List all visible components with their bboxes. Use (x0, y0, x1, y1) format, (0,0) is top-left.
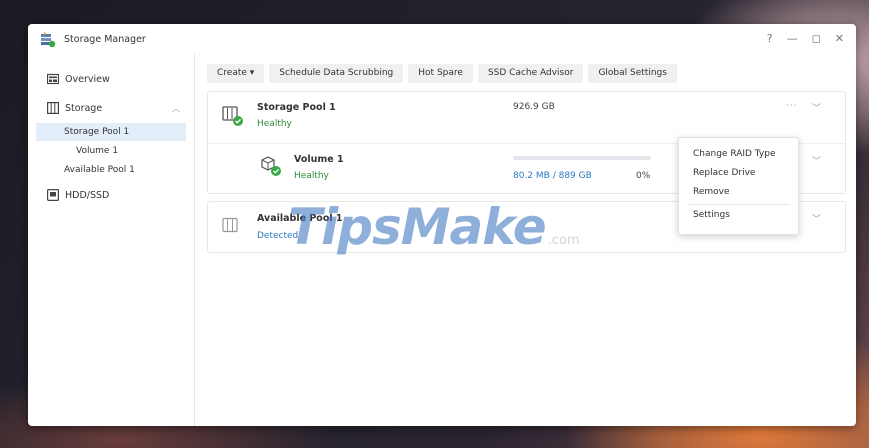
volume-name: Volume 1 (294, 154, 344, 165)
storage-manager-window: Storage Manager ? — ◻ ✕ Overview Storage… (28, 24, 856, 426)
available-pool-name: Available Pool 1 (257, 213, 343, 224)
sidebar-item-label: Overview (65, 73, 110, 85)
sidebar-item-storage[interactable]: Storage ︿ (28, 98, 194, 118)
menu-divider (687, 204, 790, 205)
minimize-button[interactable]: — (787, 32, 798, 46)
global-settings-button[interactable]: Global Settings (588, 64, 677, 83)
sidebar-item-storage-pool-1[interactable]: Storage Pool 1 (36, 123, 186, 141)
storage-pool-name: Storage Pool 1 (257, 102, 336, 113)
ssd-cache-advisor-button[interactable]: SSD Cache Advisor (477, 64, 584, 83)
menu-item-settings[interactable]: Settings (693, 210, 730, 220)
sidebar-item-volume-1[interactable]: Volume 1 (36, 142, 186, 160)
chevron-down-icon[interactable]: ﹀ (812, 212, 821, 225)
volume-icon (260, 155, 281, 176)
volume-status: Healthy (294, 171, 329, 181)
create-button[interactable]: Create ▾ (207, 64, 265, 83)
hot-spare-button[interactable]: Hot Spare (408, 64, 473, 83)
chevron-down-icon[interactable]: ﹀ (812, 101, 821, 114)
menu-item-remove[interactable]: Remove (693, 187, 730, 197)
available-pool-icon (222, 217, 240, 235)
context-menu: Change RAID Type Replace Drive Remove Se… (678, 137, 799, 235)
sidebar-item-label: Storage (65, 102, 103, 114)
volume-usage-text: 80.2 MB / 889 GB (513, 171, 592, 181)
storage-pool-icon (222, 105, 243, 126)
storage-manager-app-icon (40, 32, 56, 48)
toolbar: Create ▾ Schedule Data Scrubbing Hot Spa… (207, 64, 677, 83)
title-bar: Storage Manager ? — ◻ ✕ (28, 24, 856, 54)
menu-item-replace-drive[interactable]: Replace Drive (693, 168, 755, 178)
chevron-up-icon[interactable]: ︿ (172, 103, 180, 114)
menu-item-change-raid-type[interactable]: Change RAID Type (693, 149, 775, 159)
available-pool-status: Detected (257, 231, 299, 241)
sidebar-item-hdd-ssd[interactable]: HDD/SSD (28, 185, 194, 205)
main-panel: Create ▾ Schedule Data Scrubbing Hot Spa… (195, 54, 856, 426)
storage-pool-capacity: 926.9 GB (513, 102, 555, 112)
sidebar-item-overview[interactable]: Overview (28, 69, 194, 89)
volume-chevron-down-icon[interactable]: ﹀ (812, 154, 821, 167)
sidebar: Overview Storage ︿ Storage Pool 1 Volume… (28, 54, 195, 426)
overview-icon (46, 73, 60, 85)
sidebar-item-label: HDD/SSD (65, 189, 110, 201)
hdd-icon (47, 189, 60, 202)
storage-icon (47, 102, 60, 115)
maximize-button[interactable]: ◻ (812, 32, 821, 46)
volume-usage-bar (513, 156, 651, 160)
window-title: Storage Manager (64, 34, 146, 45)
help-button[interactable]: ? (767, 32, 773, 46)
sidebar-item-available-pool-1[interactable]: Available Pool 1 (36, 161, 186, 179)
close-button[interactable]: ✕ (835, 32, 844, 46)
schedule-data-scrubbing-button[interactable]: Schedule Data Scrubbing (269, 64, 404, 83)
storage-pool-status: Healthy (257, 119, 292, 129)
volume-usage-percent: 0% (636, 171, 651, 181)
more-options-icon[interactable]: ··· (786, 101, 798, 111)
